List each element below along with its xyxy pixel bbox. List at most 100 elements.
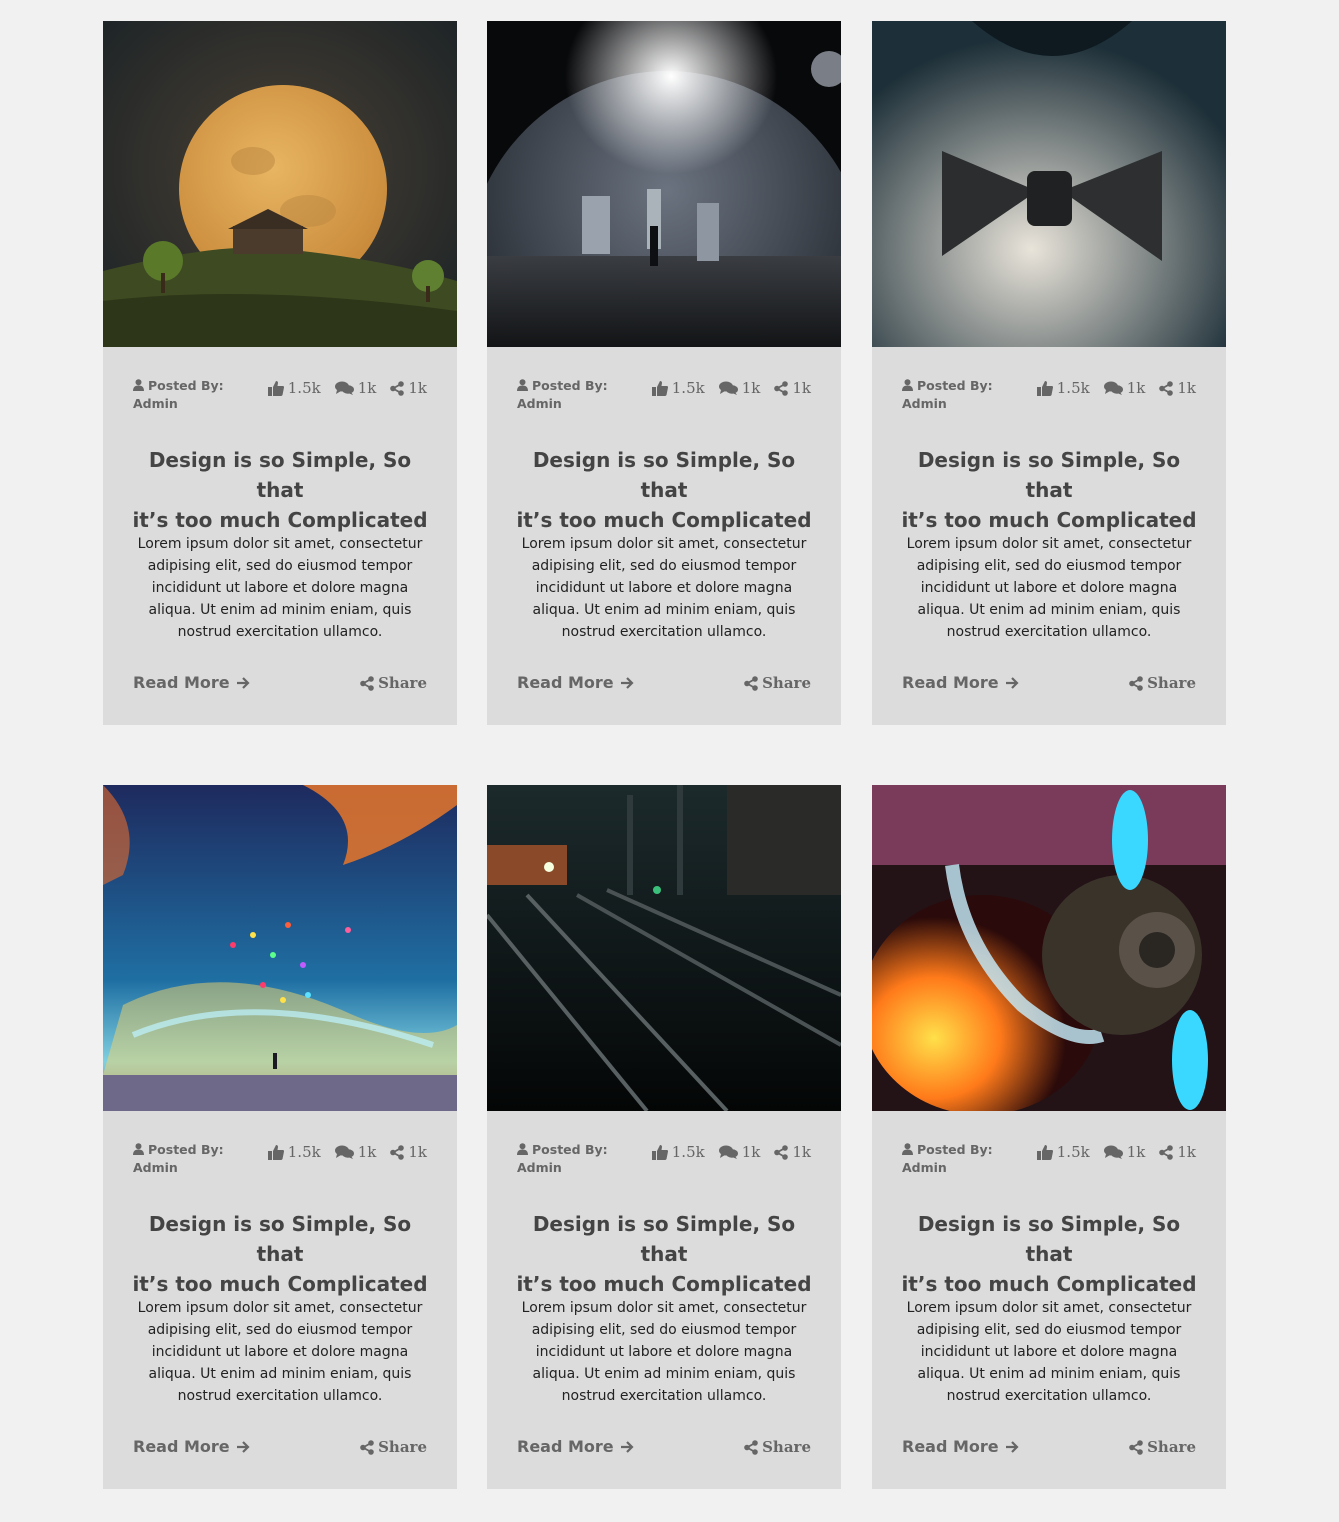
post-stats: 1.5k 1k 1k [267,1143,427,1161]
posted-by-label: Posted By: [532,1142,608,1157]
comments-icon [334,381,354,395]
share-icon [744,675,758,691]
shares-count: 1k [408,1143,427,1161]
shares-stat[interactable]: 1k [1159,1143,1196,1161]
post-title[interactable]: Design is so Simple, So that it’s too muc… [507,445,821,535]
post-title[interactable]: Design is so Simple, So that it’s too muc… [507,1209,821,1299]
post-title[interactable]: Design is so Simple, So that it’s too muc… [123,445,437,535]
comments-stat[interactable]: 1k [1103,1143,1145,1161]
arrow-right-icon [236,1440,250,1453]
post-meta: Posted By: Admin 1.5k 1k 1k [517,377,811,417]
comments-count: 1k [1126,379,1146,397]
blog-card: Posted By: Admin 1.5k 1k 1k Design is so… [872,785,1226,1489]
share-icon [774,380,789,396]
author-name[interactable]: Admin [133,396,178,411]
blog-card: Posted By: Admin 1.5k 1k 1k Design is so… [487,785,841,1489]
share-button[interactable]: Share [1129,674,1196,692]
post-image[interactable] [103,785,457,1111]
read-more-link[interactable]: Read More [902,1437,1019,1456]
shares-count: 1k [408,379,427,397]
shares-stat[interactable]: 1k [774,1143,811,1161]
user-icon [902,379,913,391]
thumbs-up-icon [1036,380,1053,396]
likes-stat[interactable]: 1.5k [651,379,705,397]
comments-stat[interactable]: 1k [334,1143,376,1161]
share-button[interactable]: Share [1129,1438,1196,1456]
blog-card: Posted By: Admin 1.5k 1k 1k Design is so… [872,21,1226,725]
shares-stat[interactable]: 1k [390,1143,427,1161]
share-label: Share [1147,1438,1196,1456]
read-more-link[interactable]: Read More [133,673,250,692]
read-more-link[interactable]: Read More [517,673,634,692]
likes-stat[interactable]: 1.5k [267,1143,321,1161]
author-name[interactable]: Admin [902,396,947,411]
posted-by: Posted By: Admin [133,1141,224,1177]
post-meta: Posted By: Admin 1.5k 1k 1k [517,1141,811,1181]
post-title[interactable]: Design is so Simple, So that it’s too muc… [892,445,1206,535]
post-title[interactable]: Design is so Simple, So that it’s too muc… [123,1209,437,1299]
share-icon [744,1439,758,1455]
read-more-label: Read More [517,673,614,692]
blog-card: Posted By: Admin 1.5k 1k 1k Design is so… [103,785,457,1489]
shares-stat[interactable]: 1k [1159,379,1196,397]
post-title-line-2: it’s too much Complicated [516,508,812,532]
user-icon [902,1143,913,1155]
author-name[interactable]: Admin [133,1160,178,1175]
likes-count: 1.5k [1056,1143,1090,1161]
post-title-line-2: it’s too much Complicated [132,1272,428,1296]
blog-grid: Posted By: Admin 1.5k 1k 1k Design is so… [0,0,1339,1522]
post-image[interactable] [103,21,457,347]
share-button[interactable]: Share [744,1438,811,1456]
thumbs-up-icon [651,1144,668,1160]
posted-by: Posted By: Admin [517,377,608,413]
read-more-link[interactable]: Read More [133,1437,250,1456]
comments-stat[interactable]: 1k [334,379,377,397]
post-footer: Read More Share [133,673,427,697]
shares-stat[interactable]: 1k [390,379,427,397]
comments-stat[interactable]: 1k [1103,379,1146,397]
likes-stat[interactable]: 1.5k [267,379,321,397]
likes-stat[interactable]: 1.5k [1036,1143,1090,1161]
likes-stat[interactable]: 1.5k [651,1143,705,1161]
post-image[interactable] [872,785,1226,1111]
post-meta: Posted By: Admin 1.5k 1k 1k [133,377,427,417]
author-name[interactable]: Admin [517,396,562,411]
posted-by: Posted By: Admin [902,1141,993,1177]
balloons-sky-image [103,785,457,1111]
read-more-link[interactable]: Read More [902,673,1019,692]
post-excerpt: Lorem ipsum dolor sit amet, consectetur … [137,1300,423,1404]
author-name[interactable]: Admin [902,1160,947,1175]
post-stats: 1.5k 1k 1k [651,379,811,397]
post-image[interactable] [872,21,1226,347]
shares-stat[interactable]: 1k [774,379,811,397]
comments-count: 1k [357,379,377,397]
comments-stat[interactable]: 1k [718,1143,760,1161]
shares-count: 1k [792,1143,811,1161]
posted-by-label: Posted By: [532,378,608,393]
post-excerpt: Lorem ipsum dolor sit amet, consectetur … [137,536,423,640]
read-more-link[interactable]: Read More [517,1437,634,1456]
railway-tracks-image [487,785,841,1111]
post-footer: Read More Share [517,673,811,697]
likes-stat[interactable]: 1.5k [1036,379,1090,397]
comments-stat[interactable]: 1k [718,379,760,397]
thumbs-up-icon [267,1144,284,1160]
post-stats: 1.5k 1k 1k [1036,1143,1196,1161]
post-title[interactable]: Design is so Simple, So that it’s too muc… [892,1209,1206,1299]
posted-by-label: Posted By: [917,378,993,393]
post-title-line-2: it’s too much Complicated [132,508,428,532]
share-button[interactable]: Share [360,1438,427,1456]
post-meta: Posted By: Admin 1.5k 1k 1k [902,377,1196,417]
comments-icon [1103,381,1123,395]
post-excerpt: Lorem ipsum dolor sit amet, consectetur … [521,1300,807,1404]
share-icon [1129,675,1143,691]
comments-icon [718,1145,738,1159]
bow-tie-man-image [872,21,1226,347]
post-footer: Read More Share [517,1437,811,1461]
author-name[interactable]: Admin [517,1160,562,1175]
post-image[interactable] [487,21,841,347]
share-button[interactable]: Share [744,674,811,692]
share-button[interactable]: Share [360,674,427,692]
post-image[interactable] [487,785,841,1111]
post-title-line-1: Design is so Simple, So that [532,1212,796,1266]
